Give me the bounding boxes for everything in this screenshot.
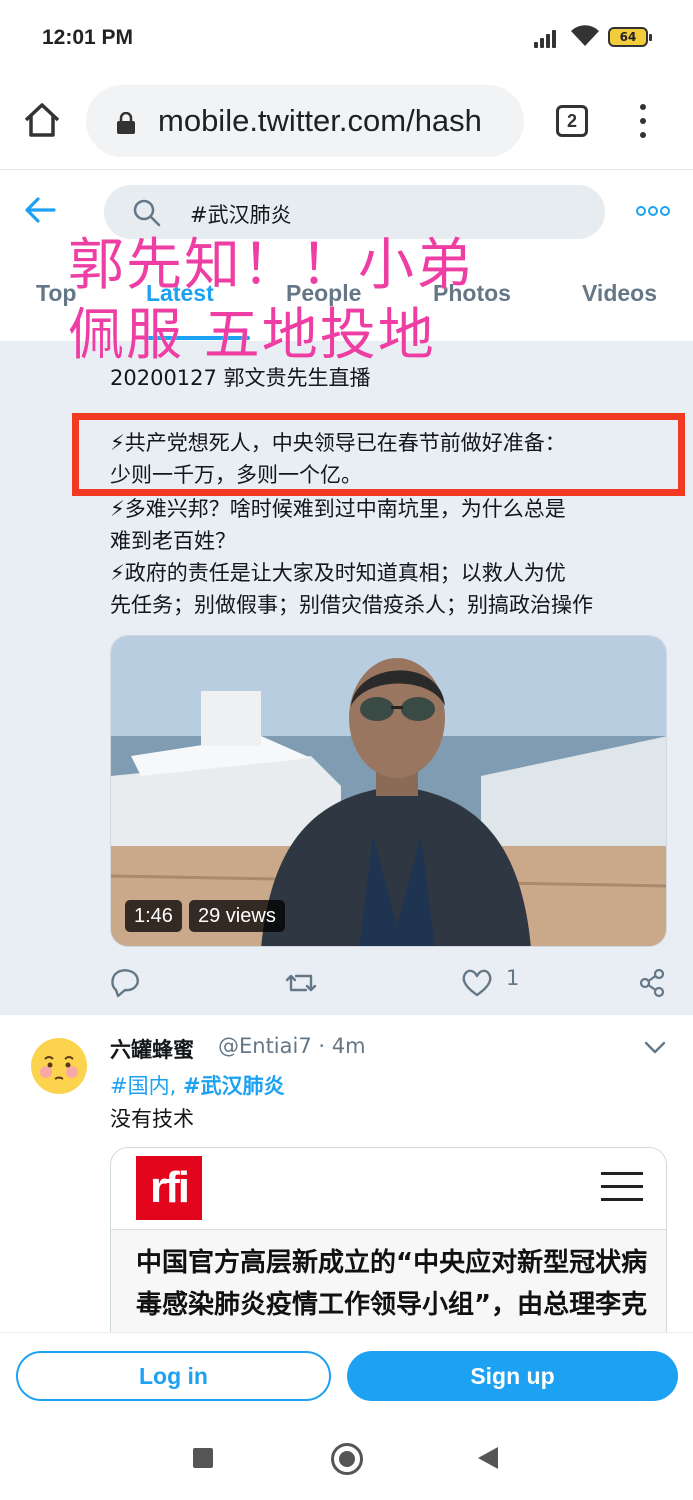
tab-switcher-button[interactable]: 2 <box>556 105 588 137</box>
back-arrow-icon[interactable] <box>24 196 56 224</box>
status-bar: 12:01 PM 64 <box>0 0 693 76</box>
retweet-icon[interactable] <box>284 966 318 1000</box>
more-options-icon[interactable] <box>636 206 670 218</box>
tweet-text: 没有技术 <box>110 1107 194 1131</box>
tweet-card[interactable]: 20200127 郭文贵先生直播 ⚡共产党想死人，中央领导已在春节前做好准备： … <box>0 342 693 1014</box>
home-icon[interactable] <box>22 100 62 140</box>
reply-icon[interactable] <box>110 966 140 1000</box>
tab-videos[interactable]: Videos <box>582 280 657 307</box>
like-icon[interactable] <box>461 966 493 1000</box>
lock-icon <box>117 112 135 134</box>
video-duration: 1:46 <box>125 900 182 932</box>
address-bar[interactable]: mobile.twitter.com/hash <box>86 85 524 157</box>
hashtag-separator: , <box>169 1074 183 1098</box>
video-player[interactable]: 1:46 29 views <box>110 635 667 947</box>
hamburger-menu-icon <box>601 1172 643 1202</box>
video-views: 29 views <box>189 900 285 932</box>
wifi-icon <box>571 25 599 46</box>
tweet-text-line: ⚡多难兴邦？啥时候难到过中南坑里，为什么总是 <box>110 497 566 521</box>
url-text: mobile.twitter.com/hash <box>158 103 482 138</box>
overlay-annotation-line: 佩服 五地投地 <box>68 303 436 368</box>
battery-icon: 64 <box>608 27 652 47</box>
avatar[interactable] <box>30 1037 88 1095</box>
hashtag-link[interactable]: #国内 <box>110 1074 170 1098</box>
browser-menu-icon[interactable] <box>636 101 650 141</box>
status-time: 12:01 PM <box>42 26 134 49</box>
signal-icon <box>534 28 562 48</box>
signup-button[interactable]: Sign up <box>347 1351 678 1401</box>
nav-back-icon[interactable] <box>478 1447 498 1469</box>
author-handle: @Entiai7 · 4m <box>218 1034 366 1058</box>
tweet-text-line: ⚡政府的责任是让大家及时知道真相；以救人为优 <box>110 561 566 585</box>
nav-home-icon[interactable] <box>331 1443 363 1475</box>
rfi-logo: rfi <box>136 1156 202 1220</box>
share-icon[interactable] <box>638 966 666 1000</box>
like-count: 1 <box>506 966 520 990</box>
highlight-box <box>72 413 685 496</box>
login-button[interactable]: Log in <box>16 1351 331 1401</box>
tweet-text-line: 先任务；别做假事；别借灾借疫杀人；别搞政治操作 <box>110 593 593 617</box>
hashtag-link[interactable]: #武汉肺炎 <box>183 1074 285 1098</box>
browser-toolbar: mobile.twitter.com/hash 2 <box>0 76 693 170</box>
system-nav-bar <box>0 1418 693 1500</box>
author-name[interactable]: 六罐蜂蜜 <box>110 1034 194 1064</box>
auth-bar: Log in Sign up <box>0 1332 693 1418</box>
tweet-text-line: 难到老百姓？ <box>110 529 236 553</box>
tweet-card[interactable]: 六罐蜂蜜 @Entiai7 · 4m #国内, #武汉肺炎 没有技术 rfi 中… <box>0 1014 693 1367</box>
chevron-down-icon[interactable] <box>644 1041 666 1055</box>
card-header: rfi <box>111 1148 666 1230</box>
recents-icon[interactable] <box>193 1448 213 1468</box>
screen: 12:01 PM 64 mobile.twitter.com/hash 2 #武… <box>0 0 693 1500</box>
tweet-hashtags: #国内, #武汉肺炎 <box>110 1070 285 1100</box>
overlay-annotation-line: 郭先知！！小弟 <box>68 233 474 298</box>
